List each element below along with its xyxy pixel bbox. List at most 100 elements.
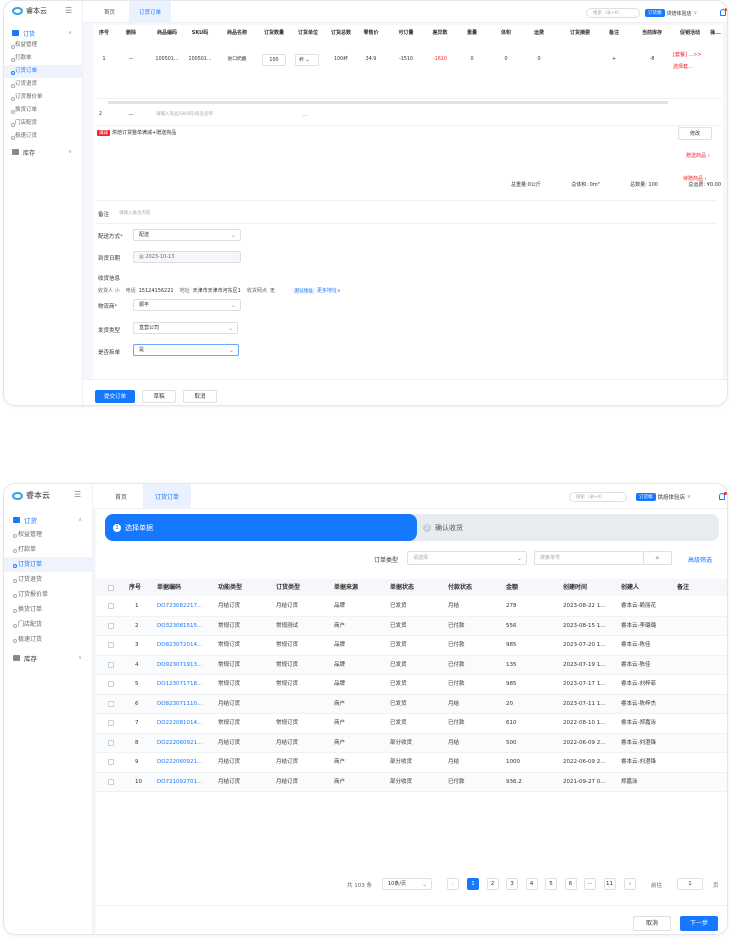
global-search-input[interactable]: 搜索（录+K） — [569, 492, 627, 502]
delivery-select[interactable]: 配送 ⌄ — [133, 229, 241, 241]
page-11-button[interactable]: 11 — [603, 878, 616, 890]
cancel-button[interactable]: 取消 — [633, 916, 671, 931]
more-address-link[interactable]: 更多地址∨ — [317, 287, 341, 294]
goto-page-input[interactable]: 1 — [677, 878, 703, 890]
table-row[interactable]: 3 DO823072014... 常规订货 常规订货 品牌 已发货 已付款 985 2023-0… — [96, 636, 727, 656]
submit-order-button[interactable]: 提交订单 — [95, 390, 135, 403]
sidebar-item-quote[interactable]: 订货报价单 — [4, 91, 82, 104]
ship-type-select[interactable]: 直营公司 ⌄ — [133, 322, 238, 334]
product-picker-button[interactable]: ... — [298, 109, 312, 121]
modify-button[interactable]: 修改 — [678, 127, 712, 140]
row-checkbox[interactable] — [108, 778, 114, 785]
page-ellipsis-button[interactable]: ··· — [584, 878, 596, 890]
row-checkbox[interactable] — [108, 661, 114, 668]
sidebar-item-order[interactable]: 订货订单 — [4, 65, 82, 78]
add-remark-button[interactable]: + — [603, 54, 625, 66]
row-checkbox[interactable] — [108, 681, 114, 687]
split-order-select[interactable]: 是 ⌄ — [133, 344, 239, 356]
row-checkbox[interactable] — [108, 603, 114, 609]
table-row[interactable]: 5 DO123071718... 常规订货 常规订货 品牌 已发货 已付款 985 2023-0… — [96, 675, 727, 695]
next-page-button[interactable]: › — [624, 878, 636, 890]
tab-order[interactable]: 订货订单 — [129, 1, 172, 22]
table-row[interactable]: 9 DO222060921... 月结订货 月结订货 商户 部分收货 月结 1000 2022-… — [96, 753, 727, 773]
advanced-filter-link[interactable]: 高级筛选 — [688, 555, 712, 564]
row-checkbox[interactable] — [108, 622, 114, 629]
sidebar-item-quote[interactable]: 订货报价单 — [4, 587, 92, 602]
sidebar-item-benefits[interactable]: 权益管理 — [4, 39, 82, 52]
promo-select-link[interactable]: 选择套... — [673, 61, 707, 73]
sidebar-item-payment[interactable]: 打款单 — [4, 52, 82, 65]
table-row[interactable]: 10 DO721092701... 月结订货 月结订货 商户 部分收货 已付款 936.2 20… — [96, 772, 727, 792]
menu-group-order[interactable]: 订货 ∧ — [4, 513, 92, 527]
tab-home[interactable]: 首页 — [104, 1, 115, 22]
sidebar-item-return[interactable]: 订货退货 — [4, 78, 82, 91]
menu-fold-icon[interactable]: ☰ — [65, 6, 72, 15]
table-row[interactable]: 1 DO723082217... 月结订货 月结订货 品牌 已发货 月结 278 2023-08… — [96, 597, 727, 617]
sidebar-item-return[interactable]: 订货退货 — [4, 572, 92, 587]
row-checkbox[interactable] — [108, 700, 114, 707]
bell-icon[interactable] — [720, 8, 727, 16]
page-2-button[interactable]: 2 — [486, 878, 499, 890]
page-3-button[interactable]: 3 — [506, 878, 518, 890]
search-icon[interactable]: ⌕ — [644, 551, 672, 565]
sidebar-item-store-dist[interactable]: 门店配货 — [4, 617, 92, 632]
table-row[interactable]: 2 DO323081515... 常规订货 常规测试 商户 已发货 已付款 556 2023-0… — [96, 616, 727, 636]
menu-group-stock[interactable]: 库存 ∨ — [4, 146, 82, 158]
logistics-select[interactable]: 顺丰 ⌄ — [133, 299, 241, 311]
document-code-link[interactable]: DO222081014... — [157, 714, 202, 733]
quantity-input[interactable]: 100 — [262, 54, 286, 66]
tab-home[interactable]: 首页 — [115, 484, 127, 508]
sidebar-item-exchange[interactable]: 换货订单 — [4, 104, 82, 117]
sidebar-item-benefits[interactable]: 权益管理 — [4, 527, 92, 542]
sidebar-item-payment[interactable]: 打款单 — [4, 542, 92, 557]
cancel-button[interactable]: 取消 — [183, 390, 217, 403]
document-code-link[interactable]: DO723082217... — [157, 597, 202, 616]
table-row[interactable]: 7 DO222081014... 常规订货 常规订货 商户 已发货 已付款 610 2022-0… — [96, 714, 727, 734]
document-code-link[interactable]: DO923071913... — [157, 656, 202, 675]
product-search-input[interactable]: 请输入商品/SKU码/商品名称 — [153, 109, 303, 121]
sidebar-item-store-dist[interactable]: 门店配货 — [4, 117, 82, 130]
sidebar-item-exchange[interactable]: 换货订单 — [4, 602, 92, 617]
sidebar-item-order[interactable]: 订货订单 — [4, 557, 92, 572]
row-checkbox[interactable] — [108, 739, 114, 746]
table-row[interactable]: 8 DO222060921... 月结订货 月结订货 商户 部分收货 月结 500 2022-0… — [96, 733, 727, 753]
document-code-link[interactable]: DO823072014... — [157, 636, 202, 655]
sidebar-item-quick-order[interactable]: 极速订货 — [4, 130, 82, 143]
horizontal-scrollbar[interactable] — [108, 101, 668, 104]
row-checkbox[interactable] — [108, 642, 114, 648]
row2-delete[interactable]: — — [123, 109, 139, 121]
document-code-link[interactable]: DO222060921... — [157, 753, 202, 772]
menu-fold-icon[interactable]: ☰ — [74, 490, 81, 499]
promo-link[interactable]: [套餐] ...>> — [673, 49, 707, 61]
row-checkbox[interactable] — [108, 720, 114, 726]
store-switcher[interactable]: 订货端 烘焙体验店 ∨ — [645, 9, 697, 17]
bell-icon[interactable] — [719, 492, 727, 500]
delete-button[interactable]: — — [123, 54, 139, 66]
unit-select[interactable]: 杯 ⌄ — [295, 54, 319, 66]
tab-order[interactable]: 订货订单 — [143, 484, 192, 508]
doc-search-input[interactable]: 搜索单号 — [534, 551, 644, 565]
gift-goods-link[interactable]: 赠送商品 › — [686, 152, 710, 159]
next-step-button[interactable]: 下一步 — [680, 916, 718, 931]
document-code-link[interactable]: DO222060921... — [157, 734, 202, 753]
document-code-link[interactable]: DO123071718... — [157, 675, 202, 694]
page-size-select[interactable]: 10条/页 ⌄ — [382, 878, 432, 890]
arrival-date-field[interactable]: ▦ 2023-10-13 — [133, 251, 241, 263]
select-all-checkbox[interactable] — [108, 585, 114, 591]
remark-input[interactable]: 请输入备注内容 — [119, 210, 519, 216]
document-code-link[interactable]: DO323081515... — [157, 617, 202, 636]
document-code-link[interactable]: DO721092701... — [157, 773, 202, 792]
table-row[interactable]: 4 DO923071913... 常规订货 常规订货 品牌 已发货 已付款 135 2023-0… — [96, 655, 727, 675]
menu-group-order[interactable]: 订货 ∧ — [4, 27, 82, 39]
page-6-button[interactable]: 6 — [564, 878, 577, 890]
draft-button[interactable]: 草稿 — [142, 390, 176, 403]
row-checkbox[interactable] — [108, 759, 114, 765]
menu-group-stock[interactable]: 库存 ∨ — [4, 651, 92, 665]
page-4-button[interactable]: 4 — [525, 878, 538, 890]
page-5-button[interactable]: 5 — [545, 878, 557, 890]
table-row[interactable]: 6 DO823071110... 月结订货 商户 已发货 月结 20 2023-07-11 1… — [96, 694, 727, 714]
store-switcher[interactable]: 订货端 烘焙体验店 ∨ — [636, 493, 691, 501]
global-search-input[interactable]: 搜索（录+K） — [586, 8, 640, 18]
document-code-link[interactable]: DO823071110... — [157, 695, 202, 714]
sidebar-item-quick-order[interactable]: 极速订货 — [4, 632, 92, 647]
